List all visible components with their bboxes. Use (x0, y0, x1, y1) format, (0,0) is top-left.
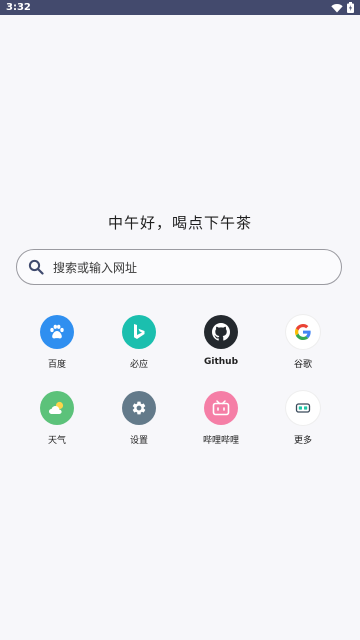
bing-icon (122, 315, 156, 349)
weather-icon (40, 391, 74, 425)
shortcut-label: 百度 (47, 360, 66, 370)
shortcut-label: 必应 (129, 360, 148, 370)
shortcut-bilibili[interactable]: 哔哩哔哩 (186, 391, 256, 446)
gear-icon (122, 391, 156, 425)
shortcut-label: 天气 (47, 436, 66, 446)
shortcut-bing[interactable]: 必应 (104, 315, 174, 370)
search-input[interactable] (51, 250, 335, 285)
shortcut-settings[interactable]: 设置 (104, 391, 174, 446)
shortcut-label: 谷歌 (293, 360, 312, 370)
google-icon (286, 315, 320, 349)
greeting-text: 中午好，喝点下午茶 (107, 214, 252, 232)
shortcut-more[interactable]: 更多 (268, 391, 338, 446)
baidu-paw-icon (40, 315, 74, 349)
status-icons (331, 2, 354, 13)
search-icon (28, 259, 44, 275)
shortcut-weather[interactable]: 天气 (22, 391, 92, 446)
shortcut-label: 更多 (293, 436, 312, 446)
shortcut-baidu[interactable]: 百度 (22, 315, 92, 370)
shortcut-github[interactable]: Github (186, 315, 256, 367)
search-bar[interactable] (16, 249, 342, 285)
shortcut-label: 哔哩哔哩 (202, 436, 239, 446)
shortcut-google[interactable]: 谷歌 (268, 315, 338, 370)
more-icon (286, 391, 320, 425)
github-icon (204, 315, 238, 349)
status-bar: 3:32 (0, 0, 360, 15)
shortcut-label: 设置 (129, 436, 148, 446)
bilibili-tv-icon (204, 391, 238, 425)
wifi-icon (331, 3, 343, 12)
battery-icon (347, 2, 354, 13)
status-time: 3:32 (6, 2, 31, 13)
shortcut-label: Github (203, 357, 239, 367)
